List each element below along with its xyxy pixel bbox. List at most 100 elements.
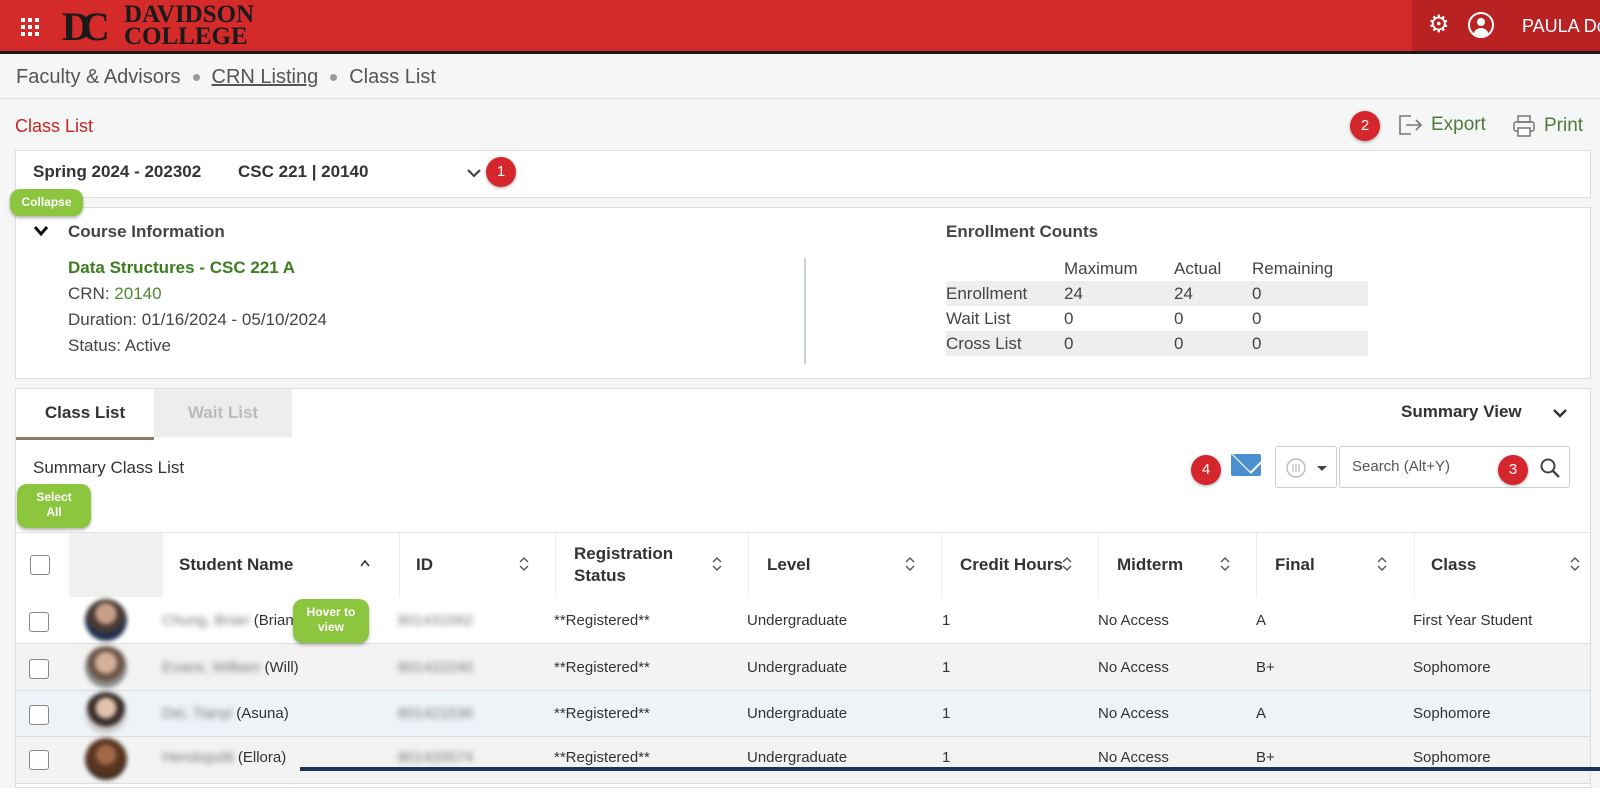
enrollment-row: Cross List 0 0 0: [946, 331, 1368, 356]
final-grade-cell: B+: [1256, 749, 1275, 766]
sort-icon[interactable]: [1062, 555, 1072, 573]
col-credit-hours[interactable]: Credit Hours: [941, 533, 1098, 597]
gear-icon[interactable]: ⚙: [1428, 13, 1450, 37]
col-midterm-label: Midterm: [1117, 555, 1184, 574]
search-icon[interactable]: [1539, 457, 1561, 479]
course-selector[interactable]: CSC 221 | 20140: [238, 162, 368, 182]
bottom-scrollbar[interactable]: [300, 767, 1600, 771]
col-midterm[interactable]: Midterm: [1098, 533, 1256, 597]
col-final[interactable]: Final: [1256, 533, 1414, 597]
sort-icon[interactable]: [712, 555, 722, 573]
student-id-redacted: 801431562: [398, 611, 474, 629]
enrollment-row-label: Cross List: [946, 331, 1064, 356]
midterm-cell: No Access: [1098, 611, 1169, 629]
college-logo[interactable]: DC DAVIDSON COLLEGE: [62, 2, 254, 50]
row-checkbox[interactable]: [29, 612, 49, 632]
student-photo[interactable]: [85, 646, 127, 688]
term-selector[interactable]: Spring 2024 - 202302: [33, 162, 201, 182]
enrollment-row: Enrollment 24 24 0: [946, 281, 1368, 306]
user-area: ⚙ PAULA Do: [1412, 0, 1600, 51]
student-id-redacted: 801421536: [398, 705, 474, 722]
col-id[interactable]: ID: [399, 533, 555, 597]
collapse-chevron-icon[interactable]: [33, 225, 49, 237]
student-id-redacted: 801420574: [398, 749, 474, 766]
table-row[interactable]: Dei, Tianyi (Asuna) 801421536 **Register…: [16, 691, 1590, 737]
callout-text: All: [46, 505, 62, 519]
student-id-cell: 801431562: [398, 597, 473, 643]
app-grid-icon[interactable]: [21, 18, 39, 36]
enrollment-cell: 24: [1174, 281, 1252, 306]
row-checkbox[interactable]: [29, 705, 49, 725]
table-row[interactable]: Chung, Brian (Brian 801431562 **Register…: [16, 597, 1590, 644]
final-grade-cell: B+: [1256, 658, 1275, 676]
table-row[interactable]: Hendopolit (Ellora) 801420574 **Register…: [16, 737, 1590, 784]
chevron-down-icon[interactable]: [1552, 407, 1568, 419]
summary-class-list-title: Summary Class List: [33, 458, 185, 477]
enrollment-cell: 0: [1252, 331, 1368, 356]
chevron-down-icon[interactable]: [466, 167, 482, 179]
student-name-cell[interactable]: Chung, Brian (Brian: [162, 597, 294, 643]
callout-text: Select: [36, 490, 72, 504]
select-all-checkbox[interactable]: [30, 555, 50, 575]
column-selector[interactable]: [1275, 446, 1337, 488]
student-id-redacted: 801422240: [398, 658, 474, 676]
search-input[interactable]: Search (Alt+Y): [1339, 446, 1570, 488]
class-cell: Sophomore: [1413, 749, 1491, 766]
print-button[interactable]: Print: [1512, 114, 1583, 138]
sort-asc-icon[interactable]: [360, 555, 370, 573]
student-preferred-name: (Asuna): [236, 705, 289, 722]
tab-wait-list[interactable]: Wait List: [154, 389, 292, 437]
col-level-label: Level: [767, 555, 811, 574]
summary-view-toggle[interactable]: Summary View: [1401, 402, 1522, 422]
crn-label: CRN:: [68, 284, 110, 303]
sort-icon[interactable]: [1220, 555, 1230, 573]
sort-icon[interactable]: [1377, 555, 1387, 573]
level-cell: Undergraduate: [747, 658, 848, 676]
student-name-cell[interactable]: Dei, Tianyi (Asuna): [162, 691, 289, 736]
export-button[interactable]: Export: [1397, 114, 1486, 136]
registration-status-cell: **Registered**: [554, 749, 650, 766]
midterm-cell: No Access: [1098, 658, 1169, 676]
enrollment-cell: 0: [1064, 331, 1174, 356]
row-checkbox[interactable]: [29, 659, 49, 679]
status-value: Active: [124, 336, 172, 355]
duration-label: Duration:: [68, 310, 137, 329]
col-registration-label-2: Status: [574, 566, 626, 585]
enrollment-row: Wait List 0 0 0: [946, 306, 1368, 331]
email-icon[interactable]: [1231, 454, 1261, 476]
breadcrumb-faculty[interactable]: Faculty & Advisors: [16, 66, 181, 89]
callout-text: view: [317, 620, 344, 634]
breadcrumb-class-list: Class List: [349, 66, 436, 88]
sort-icon[interactable]: [905, 555, 915, 573]
class-cell: First Year Student: [1413, 611, 1533, 629]
student-id-cell: 801422240: [398, 644, 473, 690]
student-photo[interactable]: [85, 599, 127, 641]
username[interactable]: PAULA Do: [1522, 16, 1600, 37]
breadcrumb-crn-listing[interactable]: CRN Listing: [212, 66, 319, 89]
level-cell: Undergraduate: [747, 611, 848, 629]
enrollment-col-header: Maximum: [1064, 258, 1138, 278]
sort-icon[interactable]: [519, 555, 529, 573]
divider: [0, 98, 1600, 99]
table-row[interactable]: Evans, William (Will) 801422240 **Regist…: [16, 644, 1590, 691]
student-photo[interactable]: [85, 692, 127, 734]
credit-hours-cell: 1: [942, 611, 951, 629]
enrollment-cell: 0: [1174, 331, 1252, 356]
student-name-cell[interactable]: Evans, William (Will): [162, 644, 299, 690]
breadcrumb-separator: [192, 74, 200, 81]
midterm-cell: No Access: [1098, 705, 1169, 722]
enrollment-cell: 0: [1174, 308, 1184, 328]
step-badge-4: 4: [1191, 455, 1221, 485]
status-line: Status: Active: [68, 336, 171, 356]
step-badge-1: 1: [486, 157, 516, 187]
student-name-cell[interactable]: Hendopolit (Ellora): [162, 737, 286, 783]
row-checkbox[interactable]: [29, 750, 49, 770]
col-class[interactable]: Class: [1414, 533, 1590, 597]
student-photo[interactable]: [85, 738, 127, 780]
breadcrumb: Faculty & Advisors CRN Listing Class Lis…: [16, 66, 436, 89]
user-avatar-icon[interactable]: [1468, 12, 1494, 38]
final-grade-cell: A: [1256, 705, 1267, 722]
sort-icon[interactable]: [1570, 555, 1580, 573]
tab-class-list[interactable]: Class List: [16, 389, 154, 440]
breadcrumb-separator: [330, 74, 338, 81]
